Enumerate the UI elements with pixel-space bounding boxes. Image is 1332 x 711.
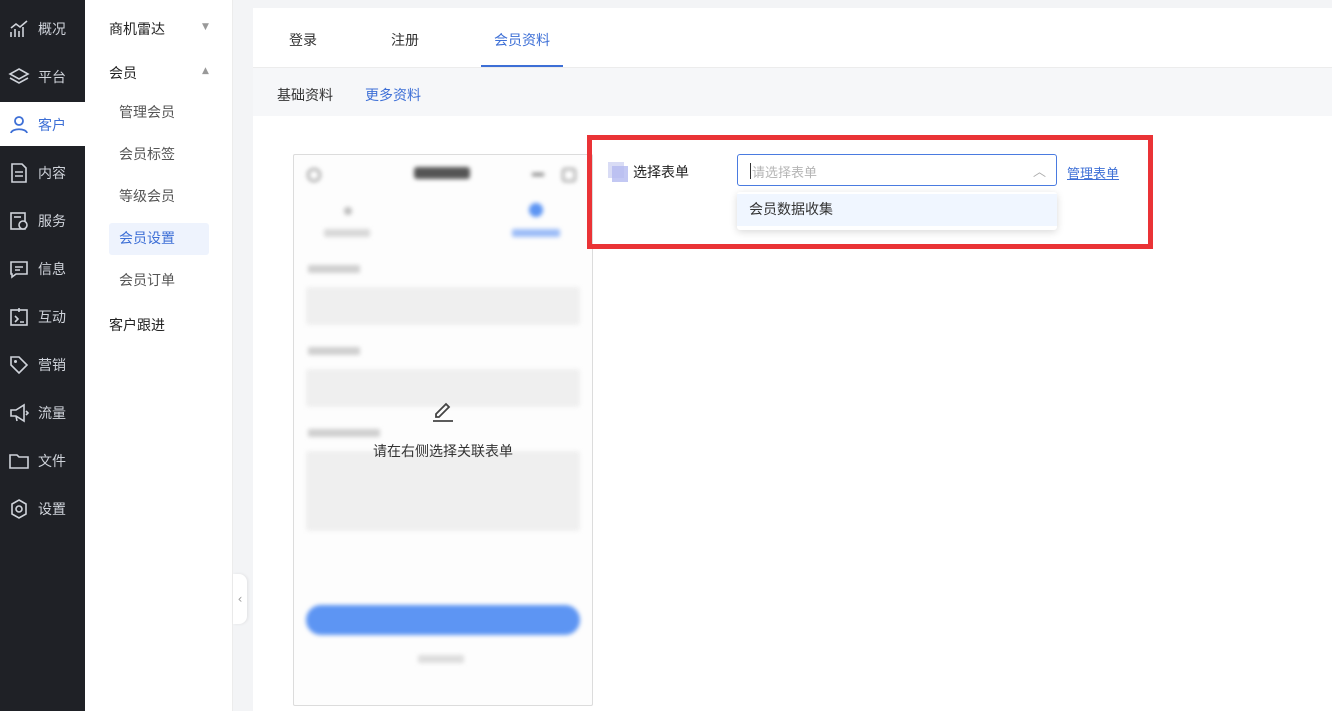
megaphone-icon — [10, 403, 30, 423]
nav-item-label: 流量 — [38, 406, 66, 422]
submenu-item-member-tags[interactable]: 会员标签 — [109, 139, 209, 171]
nav-item-marketing[interactable]: 营销 — [0, 342, 85, 386]
select-placeholder: 请选择表单 — [752, 166, 818, 181]
mobile-preview: 请在右侧选择关联表单 — [293, 154, 593, 706]
secondary-menu: 商机雷达 ▼ 会员 ▲ 管理会员 会员标签 等级会员 会员设置 会员订单 客户跟… — [85, 0, 233, 711]
chevron-down-icon: ▼ — [202, 22, 209, 32]
chevron-up-icon: ︿ — [1032, 165, 1046, 180]
dropdown-option[interactable]: 会员数据收集 — [737, 194, 1057, 226]
nav-item-label: 文件 — [38, 454, 66, 470]
form-select[interactable]: 请选择表单 ︿ — [737, 154, 1057, 186]
submenu-item-member-levels[interactable]: 等级会员 — [109, 181, 209, 213]
form-icon — [608, 162, 628, 182]
submenu-group-member[interactable]: 会员 — [109, 63, 137, 83]
nav-item-label: 客户 — [38, 118, 66, 134]
manage-forms-link[interactable]: 管理表单 — [1067, 163, 1119, 182]
nav-item-overview[interactable]: 概况 — [0, 6, 85, 50]
tab-member-profile[interactable]: 会员资料 — [494, 30, 550, 50]
tab-login[interactable]: 登录 — [289, 30, 317, 50]
tab-register[interactable]: 注册 — [391, 30, 419, 50]
nav-item-traffic[interactable]: 流量 — [0, 390, 85, 434]
nav-item-label: 设置 — [38, 502, 66, 518]
tab-bar: 登录 注册 会员资料 — [253, 8, 1332, 68]
message-icon — [10, 261, 28, 279]
submenu-group-followup[interactable]: 客户跟进 — [109, 315, 165, 335]
select-form-label: 选择表单 — [633, 165, 689, 181]
active-tab-indicator — [481, 65, 563, 67]
nav-item-label: 信息 — [38, 262, 66, 278]
preview-hint-text: 请在右侧选择关联表单 — [373, 444, 513, 460]
submenu-item-member-orders[interactable]: 会员订单 — [109, 265, 209, 297]
nav-item-files[interactable]: 文件 — [0, 438, 85, 482]
nav-item-interact[interactable]: 互动 — [0, 294, 85, 338]
nav-item-customer[interactable]: 客户 — [0, 102, 85, 146]
submenu-item-manage-members[interactable]: 管理会员 — [109, 97, 209, 129]
chevron-up-icon: ▲ — [202, 66, 209, 76]
interact-icon — [10, 308, 28, 326]
settings-icon — [11, 499, 27, 519]
chevron-left-icon: ‹ — [237, 592, 243, 606]
main-panel: 登录 注册 会员资料 基础资料 更多资料 请在右侧选择关联表单 选择表单 请选择… — [253, 8, 1332, 711]
nav-item-content[interactable]: 内容 — [0, 150, 85, 194]
preview-empty-state: 请在右侧选择关联表单 — [294, 155, 592, 705]
user-icon — [10, 116, 28, 134]
nav-item-label: 概况 — [38, 22, 66, 38]
form-select-dropdown: 会员数据收集 — [737, 192, 1057, 230]
chart-icon — [10, 20, 28, 37]
collapse-sidebar-handle[interactable]: ‹ — [233, 574, 247, 624]
main-nav: 概况 平台 客户 内容 服务 信息 互动 营销 流量 文件 设置 — [0, 0, 85, 711]
nav-item-label: 内容 — [38, 166, 66, 182]
subtab-bar: 基础资料 更多资料 — [253, 68, 1332, 116]
edit-icon — [433, 402, 453, 422]
document-icon — [11, 163, 27, 183]
tag-icon — [10, 356, 29, 375]
service-icon — [10, 212, 28, 230]
folder-icon — [9, 454, 29, 469]
submenu-item-member-settings[interactable]: 会员设置 — [109, 223, 209, 255]
nav-item-settings[interactable]: 设置 — [0, 486, 85, 530]
nav-item-platform[interactable]: 平台 — [0, 54, 85, 98]
text-cursor — [750, 163, 751, 179]
nav-item-label: 平台 — [38, 70, 66, 86]
submenu-group-radar[interactable]: 商机雷达 — [109, 19, 165, 39]
nav-item-label: 互动 — [38, 310, 66, 326]
nav-item-service[interactable]: 服务 — [0, 198, 85, 242]
subtab-basic-info[interactable]: 基础资料 — [277, 85, 333, 105]
nav-item-message[interactable]: 信息 — [0, 246, 85, 290]
nav-item-label: 服务 — [38, 214, 66, 230]
layers-icon — [8, 68, 30, 84]
nav-item-label: 营销 — [38, 358, 66, 374]
subtab-more-info[interactable]: 更多资料 — [365, 85, 421, 105]
